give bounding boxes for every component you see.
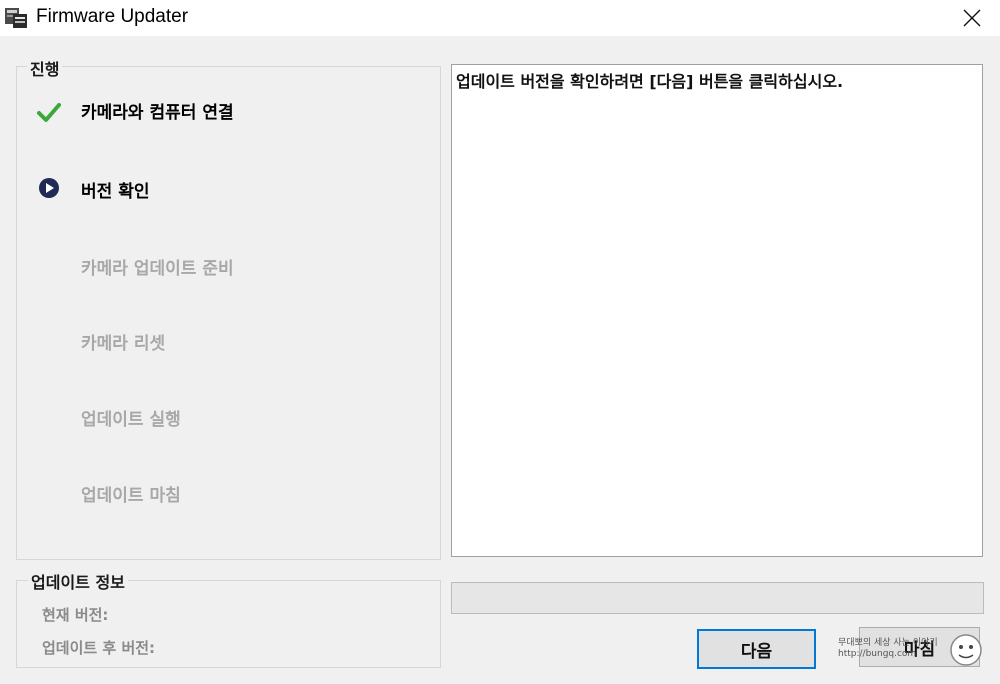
step-prepare-update: 카메라 업데이트 준비 <box>81 259 234 279</box>
message-box: 업데이트 버전을 확인하려면 [다음] 버튼을 클릭하십시오. <box>451 64 983 557</box>
checkmark-icon <box>37 103 61 122</box>
message-text: 업데이트 버전을 확인하려면 [다음] 버튼을 클릭하십시오. <box>456 72 844 91</box>
step-version-check: 버전 확인 <box>81 182 150 202</box>
step-run-update: 업데이트 실행 <box>81 410 181 430</box>
window-title: Firmware Updater <box>36 6 189 27</box>
mascot-icon <box>950 634 982 666</box>
watermark-line2: http://bungq.com <box>838 649 917 659</box>
watermark: 무대뽀의 세상 사는 이야기 http://bungq.com <box>838 638 938 660</box>
close-button[interactable] <box>944 0 1000 36</box>
current-version-label: 현재 버전: <box>42 606 109 624</box>
close-icon <box>963 9 981 27</box>
step-camera-reset: 카메라 리셋 <box>81 334 166 354</box>
title-bar: Firmware Updater <box>0 0 1000 36</box>
progress-group-legend: 진행 <box>27 56 63 80</box>
after-version-label: 업데이트 후 버전: <box>42 639 156 657</box>
play-circle-icon <box>39 178 59 198</box>
next-button[interactable]: 다음 <box>697 629 816 669</box>
progress-bar <box>451 582 984 614</box>
update-info-legend: 업데이트 정보 <box>28 569 128 593</box>
step-connect: 카메라와 컴퓨터 연결 <box>81 103 234 123</box>
app-icon <box>5 8 27 28</box>
progress-group <box>16 66 441 560</box>
step-update-done: 업데이트 마침 <box>81 486 181 506</box>
watermark-line1: 무대뽀의 세상 사는 이야기 <box>838 638 938 648</box>
